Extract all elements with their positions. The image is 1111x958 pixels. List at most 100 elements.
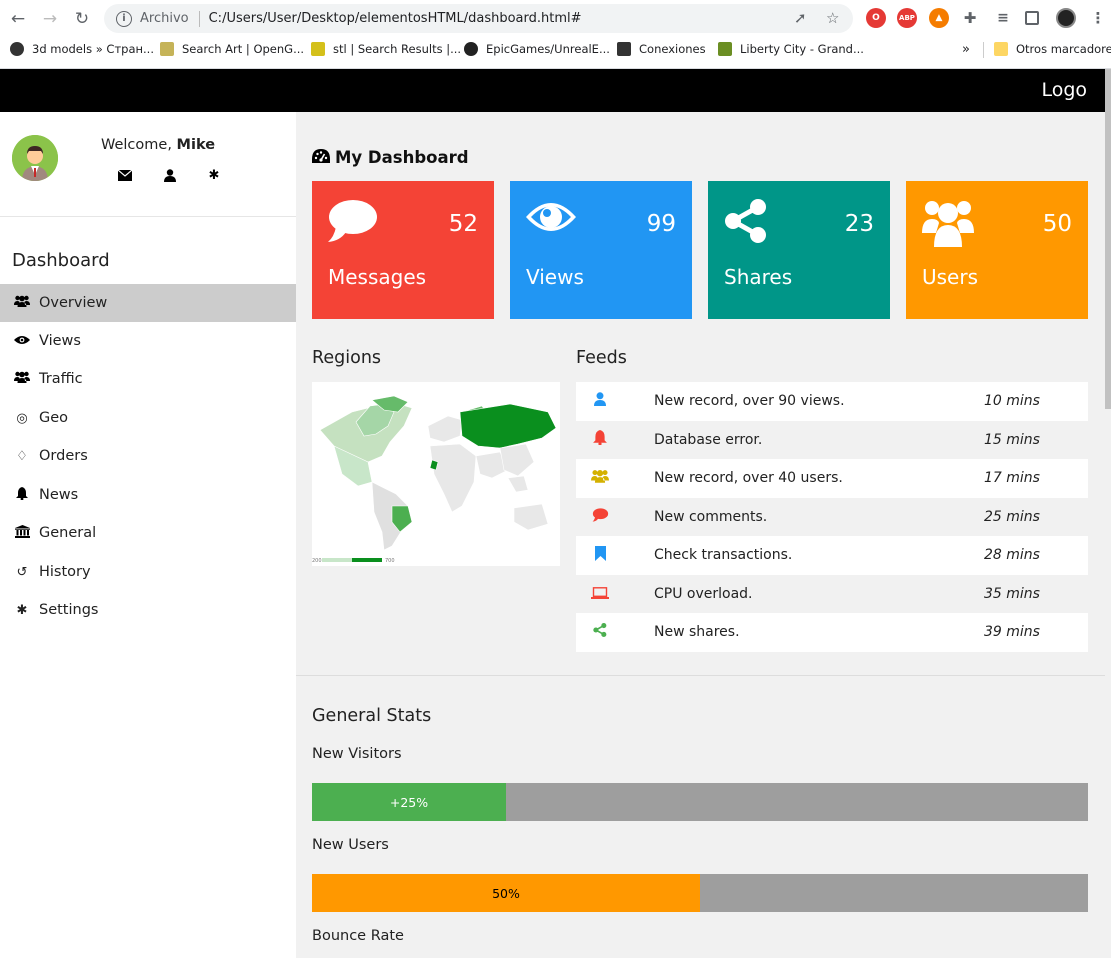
epic-icon [617, 42, 631, 56]
page-title-text: My Dashboard [335, 148, 469, 167]
sidebar-item-history[interactable]: ↺ History [0, 553, 296, 591]
stat-label: New Visitors [312, 746, 402, 762]
menu-icon[interactable]: ⋮ [1088, 8, 1108, 28]
feed-text: New record, over 40 users. [654, 470, 843, 487]
world-map-svg: 200 700 [312, 395, 557, 564]
sidebar-item-overview[interactable]: Overview [0, 284, 296, 322]
scrollbar[interactable] [1105, 69, 1111, 958]
feed-row[interactable]: Check transactions. 28 mins [576, 536, 1088, 575]
extensions-icon[interactable]: ✚ [960, 8, 980, 28]
other-bookmarks[interactable]: Otros marcadores [994, 42, 1111, 56]
dashboard-icon [312, 148, 330, 167]
feed-text: Database error. [654, 431, 763, 448]
sidebar-item-label: Orders [39, 448, 88, 464]
sidebar-item-geo[interactable]: ◎ Geo [0, 399, 296, 437]
eye-icon [526, 199, 576, 239]
cog-icon[interactable]: ✱ [206, 167, 222, 183]
bank-icon [14, 524, 30, 542]
feed-time: 39 mins [984, 624, 1040, 641]
card-users[interactable]: 50 Users [906, 181, 1088, 319]
bookmark-favicon-icon [160, 42, 174, 56]
user-icon[interactable] [162, 167, 178, 183]
share-page-icon[interactable]: ➚ [794, 9, 807, 27]
card-value: 23 [844, 211, 874, 237]
top-bar: Logo [0, 69, 1105, 112]
share-icon [724, 199, 768, 247]
welcome-prefix: Welcome, [101, 137, 177, 153]
sidebar-item-settings[interactable]: ✱ Settings [0, 591, 296, 629]
map-legend-max: 700 [385, 558, 395, 564]
feed-row[interactable]: New comments. 25 mins [576, 498, 1088, 537]
bookmark-item[interactable]: Liberty City - Grand... [718, 42, 864, 56]
stat-label: New Users [312, 837, 389, 853]
sidebar-heading: Dashboard [12, 250, 110, 271]
users-icon [922, 199, 974, 251]
sidebar-item-label: News [39, 487, 79, 503]
bookmark-label: Liberty City - Grand... [740, 42, 864, 56]
bookmark-favicon-icon [10, 42, 24, 56]
feed-row[interactable]: Database error. 15 mins [576, 421, 1088, 460]
progress-fill: +25% [312, 783, 506, 821]
url-text[interactable]: C:/Users/User/Desktop/elementosHTML/dash… [209, 11, 582, 26]
user-name: Mike [176, 137, 216, 153]
metamask-extension-icon[interactable]: ▲ [929, 8, 949, 28]
bookmark-item[interactable]: EpicGames/UnrealE... [464, 42, 610, 56]
sidebar-item-label: Geo [39, 410, 69, 426]
map-legend-min: 200 [312, 558, 322, 564]
reload-icon[interactable]: ↻ [70, 7, 94, 31]
sidepanel-icon[interactable] [1025, 11, 1039, 25]
address-bar[interactable]: i Archivo C:/Users/User/Desktop/elemento… [104, 4, 853, 33]
users-icon [14, 371, 30, 387]
envelope-icon[interactable] [117, 167, 133, 183]
feed-text: New record, over 90 views. [654, 393, 845, 410]
diamond-icon: ♢ [16, 448, 28, 464]
sidebar-item-label: Views [39, 333, 81, 349]
browser-chrome: ← → ↻ i Archivo C:/Users/User/Desktop/el… [0, 0, 1111, 69]
users-icon [14, 295, 30, 311]
adblock-extension-icon[interactable]: ABP [897, 8, 917, 28]
logo[interactable]: Logo [1041, 79, 1087, 101]
media-icon[interactable]: ≡ [993, 8, 1013, 28]
sidebar-item-traffic[interactable]: Traffic [0, 360, 296, 398]
card-label: Users [922, 265, 979, 289]
feeds-list: New record, over 90 views. 10 mins Datab… [576, 382, 1088, 652]
feed-text: New shares. [654, 624, 740, 641]
feed-row[interactable]: New shares. 39 mins [576, 613, 1088, 652]
sidebar-item-label: Traffic [39, 371, 83, 387]
comment-icon [328, 199, 378, 247]
progress-fill: 50% [312, 874, 700, 912]
sidebar-item-label: History [39, 564, 91, 580]
sidebar-item-views[interactable]: Views [0, 322, 296, 360]
sidebar-item-news[interactable]: News [0, 476, 296, 514]
feed-time: 10 mins [984, 393, 1040, 410]
feed-row[interactable]: New record, over 90 views. 10 mins [576, 382, 1088, 421]
sidebar-item-orders[interactable]: ♢ Orders [0, 437, 296, 475]
opera-extension-icon[interactable]: O [866, 8, 886, 28]
star-icon[interactable]: ☆ [826, 9, 839, 27]
address-label: Archivo [140, 11, 189, 26]
more-bookmarks-button[interactable]: » [962, 42, 970, 57]
forward-icon[interactable]: → [38, 7, 62, 31]
history-icon: ↺ [16, 564, 28, 580]
bookmark-item[interactable]: 3d models » Стран... [10, 42, 154, 56]
feed-row[interactable]: New record, over 40 users. 17 mins [576, 459, 1088, 498]
card-views[interactable]: 99 Views [510, 181, 692, 319]
bookmark-item[interactable]: stl | Search Results |... [311, 42, 461, 56]
back-icon[interactable]: ← [6, 7, 30, 31]
bell-icon [14, 486, 30, 504]
feed-text: Check transactions. [654, 547, 793, 564]
feed-row[interactable]: CPU overload. 35 mins [576, 575, 1088, 614]
bookmark-item[interactable]: Search Art | OpenG... [160, 42, 304, 56]
profile-icon[interactable] [1056, 8, 1076, 28]
bookmark-label: stl | Search Results |... [333, 42, 462, 56]
regions-map[interactable]: 200 700 [312, 382, 560, 566]
bookmark-item[interactable]: Conexiones [617, 42, 706, 56]
card-shares[interactable]: 23 Shares [708, 181, 890, 319]
bookmark-label: 3d models » Стран... [32, 42, 154, 56]
card-messages[interactable]: 52 Messages [312, 181, 494, 319]
stats-title: General Stats [312, 706, 432, 726]
info-icon[interactable]: i [116, 10, 132, 27]
sidebar-item-general[interactable]: General [0, 514, 296, 552]
scrollbar-thumb[interactable] [1105, 69, 1111, 409]
eye-icon [14, 334, 30, 349]
